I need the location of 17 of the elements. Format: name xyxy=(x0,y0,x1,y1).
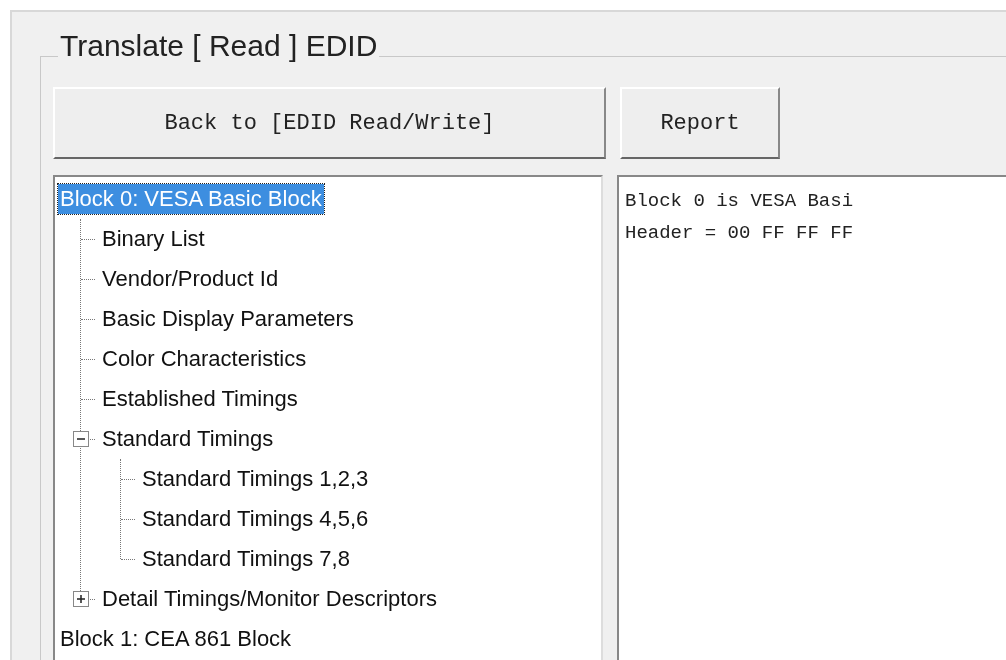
report-line: Block 0 is VESA Basi xyxy=(625,189,854,214)
tree-item[interactable]: Established Timings xyxy=(100,384,300,414)
tree-item[interactable]: Basic Display Parameters xyxy=(100,304,356,334)
report-button[interactable]: Report xyxy=(620,87,780,159)
tree-item[interactable]: Block 1: CEA 861 Block xyxy=(58,624,294,654)
tree-item[interactable]: Standard Timings xyxy=(100,424,276,454)
back-button[interactable]: Back to [EDID Read/Write] xyxy=(53,87,606,159)
tree-item[interactable]: Color Characteristics xyxy=(100,344,309,374)
tree-item[interactable]: Detail Timings/Monitor Descriptors xyxy=(100,584,439,614)
tree-item[interactable]: Standard Timings 1,2,3 xyxy=(140,464,371,494)
tree-item[interactable]: Standard Timings 4,5,6 xyxy=(140,504,371,534)
tree-item[interactable]: Vendor/Product Id xyxy=(100,264,281,294)
collapse-icon[interactable] xyxy=(73,431,89,447)
expand-icon[interactable] xyxy=(73,591,89,607)
report-line: Header = 00 FF FF FF xyxy=(625,221,854,246)
tree-item[interactable]: Standard Timings 7,8 xyxy=(140,544,352,574)
tree-item[interactable]: Binary List xyxy=(100,224,207,254)
